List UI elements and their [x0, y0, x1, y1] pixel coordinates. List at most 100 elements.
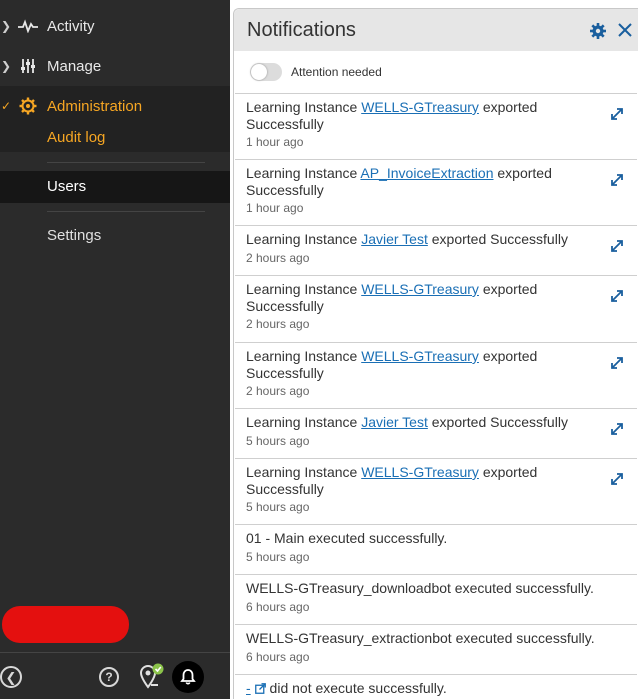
close-icon: [618, 23, 632, 37]
notification-time: 5 hours ago: [246, 500, 310, 514]
notification-item: Learning Instance WELLS-GTreasury export…: [235, 342, 637, 408]
submenu-item-label: Users: [47, 178, 87, 195]
notification-message: WELLS-GTreasury_extractionbot executed s…: [246, 630, 595, 646]
submenu-item-users[interactable]: Users: [0, 171, 230, 203]
expand-notification-button[interactable]: [609, 471, 625, 487]
redacted-user-name: [2, 606, 129, 643]
submenu-item-settings[interactable]: Settings: [47, 227, 101, 244]
notification-time: 2 hours ago: [246, 384, 310, 398]
expand-notification-button[interactable]: [609, 355, 625, 371]
notification-time: 2 hours ago: [246, 251, 310, 265]
help-button[interactable]: ?: [99, 667, 119, 687]
notification-message: Learning Instance AP_InvoiceExtraction e…: [246, 165, 586, 199]
checkmark-icon: ✓: [1, 99, 12, 113]
learning-instance-link[interactable]: AP_InvoiceExtraction: [360, 165, 493, 181]
notification-time: 1 hour ago: [246, 135, 304, 149]
notification-message: WELLS-GTreasury_downloadbot executed suc…: [246, 580, 594, 596]
expand-notification-button[interactable]: [609, 421, 625, 437]
sidebar: ❯ Activity ❯ Manage ✓ Administration Aud…: [0, 0, 230, 699]
chevron-right-icon: ❯: [1, 19, 12, 33]
notification-time: 6 hours ago: [246, 650, 310, 664]
expand-icon: [611, 357, 623, 369]
notification-item: - did not execute successfully.: [235, 674, 637, 699]
notifications-panel: Notifications Attention needed Learning …: [233, 8, 638, 699]
notification-settings-button[interactable]: [589, 22, 607, 40]
location-status-button[interactable]: [136, 661, 166, 691]
expand-icon: [611, 423, 623, 435]
notification-message: Learning Instance Javier Test exported S…: [246, 231, 586, 248]
sidebar-item-manage[interactable]: ❯ Manage: [0, 46, 230, 86]
question-icon: ?: [105, 670, 113, 684]
message-text: Learning Instance: [246, 281, 362, 297]
notification-time: 5 hours ago: [246, 434, 310, 448]
message-text: exported Successfully: [427, 231, 568, 247]
notification-item: 01 - Main executed successfully. 5 hours…: [235, 524, 637, 574]
learning-instance-link[interactable]: Javier Test: [361, 414, 428, 430]
notification-time: 5 hours ago: [246, 550, 310, 564]
notification-message: 01 - Main executed successfully.: [246, 530, 448, 546]
external-link-icon[interactable]: [254, 683, 266, 694]
message-text: Learning Instance: [246, 231, 362, 247]
toggle-knob: [251, 64, 267, 80]
sidebar-item-activity[interactable]: ❯ Activity: [0, 6, 230, 46]
notification-time: 1 hour ago: [246, 201, 304, 215]
message-text: Learning Instance: [246, 464, 362, 480]
sidebar-item-label: Manage: [47, 57, 102, 75]
notifications-button[interactable]: [172, 661, 204, 693]
sliders-icon: [18, 56, 38, 76]
panel-header: Notifications: [234, 9, 638, 51]
learning-instance-link[interactable]: Javier Test: [361, 231, 428, 247]
learning-instance-link[interactable]: WELLS-GTreasury: [361, 348, 479, 364]
expand-icon: [611, 473, 623, 485]
attention-needed-toggle[interactable]: [250, 63, 282, 81]
sidebar-item-administration[interactable]: ✓ Administration: [0, 86, 230, 126]
sidebar-item-label: Administration: [47, 97, 143, 115]
collapse-sidebar-button[interactable]: ❮: [0, 666, 22, 688]
notification-item: WELLS-GTreasury_downloadbot executed suc…: [235, 574, 637, 624]
divider: [47, 162, 205, 163]
learning-instance-link[interactable]: WELLS-GTreasury: [361, 281, 479, 297]
close-panel-button[interactable]: [616, 21, 634, 39]
notification-message: Learning Instance WELLS-GTreasury export…: [246, 99, 586, 133]
expand-notification-button[interactable]: [609, 172, 625, 188]
notification-item: Learning Instance Javier Test exported S…: [235, 408, 637, 458]
notification-time: 2 hours ago: [246, 317, 310, 331]
bell-icon: [180, 669, 196, 685]
sidebar-bottom-bar: ❮ ?: [0, 652, 230, 699]
notification-item: Learning Instance AP_InvoiceExtraction e…: [235, 159, 637, 225]
expand-icon: [611, 240, 623, 252]
notification-message: Learning Instance Javier Test exported S…: [246, 414, 586, 431]
app-root: ❯ Activity ❯ Manage ✓ Administration Aud…: [0, 0, 638, 699]
sidebar-item-label: Activity: [47, 17, 95, 35]
admin-submenu-area: [0, 126, 230, 152]
activity-icon: [18, 16, 38, 36]
expand-notification-button[interactable]: [609, 288, 625, 304]
map-pin-check-icon: [139, 663, 164, 689]
notification-item: Learning Instance WELLS-GTreasury export…: [235, 93, 637, 159]
chevron-left-icon: ❮: [5, 669, 17, 685]
gear-icon: [18, 96, 38, 116]
notification-item: Learning Instance WELLS-GTreasury export…: [235, 275, 637, 342]
learning-instance-link[interactable]: WELLS-GTreasury: [361, 99, 479, 115]
message-text: Learning Instance: [246, 99, 362, 115]
message-text: Learning Instance: [246, 348, 362, 364]
notification-message: Learning Instance WELLS-GTreasury export…: [246, 464, 586, 498]
gear-icon: [590, 23, 606, 39]
learning-instance-link[interactable]: WELLS-GTreasury: [361, 464, 479, 480]
notification-message: Learning Instance WELLS-GTreasury export…: [246, 348, 586, 382]
message-text: Learning Instance: [246, 165, 361, 181]
notification-time: 6 hours ago: [246, 600, 310, 614]
expand-notification-button[interactable]: [609, 238, 625, 254]
expand-icon: [611, 174, 623, 186]
notification-message: - did not execute successfully.: [246, 680, 586, 697]
submenu-item-audit-log[interactable]: Audit log: [47, 129, 105, 146]
panel-title: Notifications: [247, 19, 356, 41]
message-text: Learning Instance: [246, 414, 362, 430]
bot-link[interactable]: -: [246, 680, 251, 696]
message-text: did not execute successfully.: [265, 680, 447, 696]
expand-icon: [611, 290, 623, 302]
divider: [47, 211, 205, 212]
message-text: exported Successfully: [427, 414, 568, 430]
notification-item: Learning Instance Javier Test exported S…: [235, 225, 637, 275]
expand-notification-button[interactable]: [609, 106, 625, 122]
